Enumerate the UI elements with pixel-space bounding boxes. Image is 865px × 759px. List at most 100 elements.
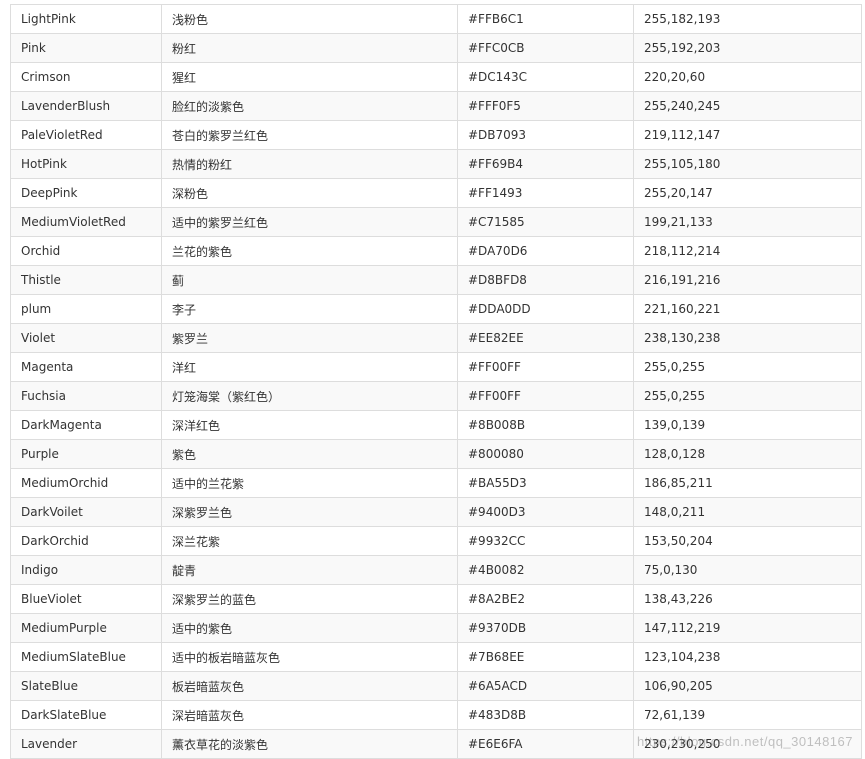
color-name-cn-cell: 热情的粉红	[161, 149, 458, 179]
color-name-en-cell: MediumPurple	[10, 613, 162, 643]
color-name-cn-cell: 适中的紫罗兰红色	[161, 207, 458, 237]
table-row: DarkVoilet 深紫罗兰色 #9400D3 148,0,211	[10, 497, 862, 527]
color-name-cn-cell: 灯笼海棠（紫红色）	[161, 381, 458, 411]
color-name-cn-cell: 靛青	[161, 555, 458, 585]
rgb-value-cell: 255,20,147	[633, 178, 862, 208]
table-row: DeepPink 深粉色 #FF1493 255,20,147	[10, 178, 862, 208]
hex-value-cell: #8A2BE2	[457, 584, 634, 614]
color-name-cn-cell: 深紫罗兰的蓝色	[161, 584, 458, 614]
hex-value-cell: #7B68EE	[457, 642, 634, 672]
color-name-cn-cell: 兰花的紫色	[161, 236, 458, 266]
rgb-value-cell: 255,0,255	[633, 381, 862, 411]
color-name-en-cell: Indigo	[10, 555, 162, 585]
table-row: Crimson 猩红 #DC143C 220,20,60	[10, 62, 862, 92]
table-row: Fuchsia 灯笼海棠（紫红色） #FF00FF 255,0,255	[10, 381, 862, 411]
table-row: DarkMagenta 深洋红色 #8B008B 139,0,139	[10, 410, 862, 440]
color-name-cn-cell: 蓟	[161, 265, 458, 295]
table-row: Indigo 靛青 #4B0082 75,0,130	[10, 555, 862, 585]
color-table-body: LightPink 浅粉色 #FFB6C1 255,182,193 Pink 粉红 #FFC…	[10, 4, 862, 759]
table-row: DarkOrchid 深兰花紫 #9932CC 153,50,204	[10, 526, 862, 556]
color-name-cn-cell: 适中的紫色	[161, 613, 458, 643]
color-name-cn-cell: 薰衣草花的淡紫色	[161, 729, 458, 759]
color-name-cn-cell: 李子	[161, 294, 458, 324]
color-name-en-cell: Lavender	[10, 729, 162, 759]
rgb-value-cell: 216,191,216	[633, 265, 862, 295]
color-name-en-cell: Thistle	[10, 265, 162, 295]
table-row: Purple 紫色 #800080 128,0,128	[10, 439, 862, 469]
color-name-cn-cell: 深岩暗蓝灰色	[161, 700, 458, 730]
rgb-value-cell: 255,0,255	[633, 352, 862, 382]
color-name-en-cell: Purple	[10, 439, 162, 469]
table-row: DarkSlateBlue 深岩暗蓝灰色 #483D8B 72,61,139	[10, 700, 862, 730]
rgb-value-cell: 218,112,214	[633, 236, 862, 266]
color-name-en-cell: PaleVioletRed	[10, 120, 162, 150]
hex-value-cell: #E6E6FA	[457, 729, 634, 759]
table-row: MediumSlateBlue 适中的板岩暗蓝灰色 #7B68EE 123,104,2…	[10, 642, 862, 672]
hex-value-cell: #8B008B	[457, 410, 634, 440]
color-name-cn-cell: 适中的兰花紫	[161, 468, 458, 498]
color-name-en-cell: Orchid	[10, 236, 162, 266]
color-name-cn-cell: 浅粉色	[161, 4, 458, 34]
hex-value-cell: #FFF0F5	[457, 91, 634, 121]
rgb-value-cell: 230,230,250	[633, 729, 862, 759]
table-row: Lavender 薰衣草花的淡紫色 #E6E6FA 230,230,250	[10, 729, 862, 759]
hex-value-cell: #FF1493	[457, 178, 634, 208]
color-name-en-cell: Fuchsia	[10, 381, 162, 411]
rgb-value-cell: 255,192,203	[633, 33, 862, 63]
color-name-en-cell: Crimson	[10, 62, 162, 92]
hex-value-cell: #FF00FF	[457, 381, 634, 411]
hex-value-cell: #DC143C	[457, 62, 634, 92]
hex-value-cell: #4B0082	[457, 555, 634, 585]
color-name-cn-cell: 紫罗兰	[161, 323, 458, 353]
rgb-value-cell: 199,21,133	[633, 207, 862, 237]
table-row: LightPink 浅粉色 #FFB6C1 255,182,193	[10, 4, 862, 34]
rgb-value-cell: 255,105,180	[633, 149, 862, 179]
hex-value-cell: #C71585	[457, 207, 634, 237]
color-name-cn-cell: 板岩暗蓝灰色	[161, 671, 458, 701]
rgb-value-cell: 128,0,128	[633, 439, 862, 469]
rgb-value-cell: 72,61,139	[633, 700, 862, 730]
table-row: SlateBlue 板岩暗蓝灰色 #6A5ACD 106,90,205	[10, 671, 862, 701]
color-name-en-cell: plum	[10, 294, 162, 324]
color-name-en-cell: DarkVoilet	[10, 497, 162, 527]
color-name-en-cell: Pink	[10, 33, 162, 63]
rgb-value-cell: 75,0,130	[633, 555, 862, 585]
hex-value-cell: #DDA0DD	[457, 294, 634, 324]
rgb-value-cell: 255,182,193	[633, 4, 862, 34]
color-name-en-cell: MediumSlateBlue	[10, 642, 162, 672]
hex-value-cell: #FF00FF	[457, 352, 634, 382]
hex-value-cell: #BA55D3	[457, 468, 634, 498]
color-name-en-cell: DeepPink	[10, 178, 162, 208]
hex-value-cell: #483D8B	[457, 700, 634, 730]
hex-value-cell: #D8BFD8	[457, 265, 634, 295]
color-name-cn-cell: 苍白的紫罗兰红色	[161, 120, 458, 150]
table-row: MediumVioletRed 适中的紫罗兰红色 #C71585 199,21,133	[10, 207, 862, 237]
table-row: Violet 紫罗兰 #EE82EE 238,130,238	[10, 323, 862, 353]
rgb-value-cell: 221,160,221	[633, 294, 862, 324]
table-row: PaleVioletRed 苍白的紫罗兰红色 #DB7093 219,112,147	[10, 120, 862, 150]
color-name-cn-cell: 深洋红色	[161, 410, 458, 440]
color-name-cn-cell: 洋红	[161, 352, 458, 382]
color-name-en-cell: MediumOrchid	[10, 468, 162, 498]
hex-value-cell: #DA70D6	[457, 236, 634, 266]
rgb-value-cell: 186,85,211	[633, 468, 862, 498]
table-row: MediumOrchid 适中的兰花紫 #BA55D3 186,85,211	[10, 468, 862, 498]
color-name-en-cell: HotPink	[10, 149, 162, 179]
table-row: BlueViolet 深紫罗兰的蓝色 #8A2BE2 138,43,226	[10, 584, 862, 614]
color-name-cn-cell: 适中的板岩暗蓝灰色	[161, 642, 458, 672]
hex-value-cell: #6A5ACD	[457, 671, 634, 701]
color-table: LightPink 浅粉色 #FFB6C1 255,182,193 Pink 粉红 #FFC…	[10, 4, 862, 759]
rgb-value-cell: 238,130,238	[633, 323, 862, 353]
color-name-en-cell: LavenderBlush	[10, 91, 162, 121]
rgb-value-cell: 147,112,219	[633, 613, 862, 643]
color-name-cn-cell: 粉红	[161, 33, 458, 63]
rgb-value-cell: 138,43,226	[633, 584, 862, 614]
color-name-en-cell: MediumVioletRed	[10, 207, 162, 237]
color-name-cn-cell: 深兰花紫	[161, 526, 458, 556]
table-row: plum 李子 #DDA0DD 221,160,221	[10, 294, 862, 324]
color-name-cn-cell: 脸红的淡紫色	[161, 91, 458, 121]
hex-value-cell: #FF69B4	[457, 149, 634, 179]
rgb-value-cell: 139,0,139	[633, 410, 862, 440]
color-name-en-cell: DarkSlateBlue	[10, 700, 162, 730]
color-name-cn-cell: 深紫罗兰色	[161, 497, 458, 527]
